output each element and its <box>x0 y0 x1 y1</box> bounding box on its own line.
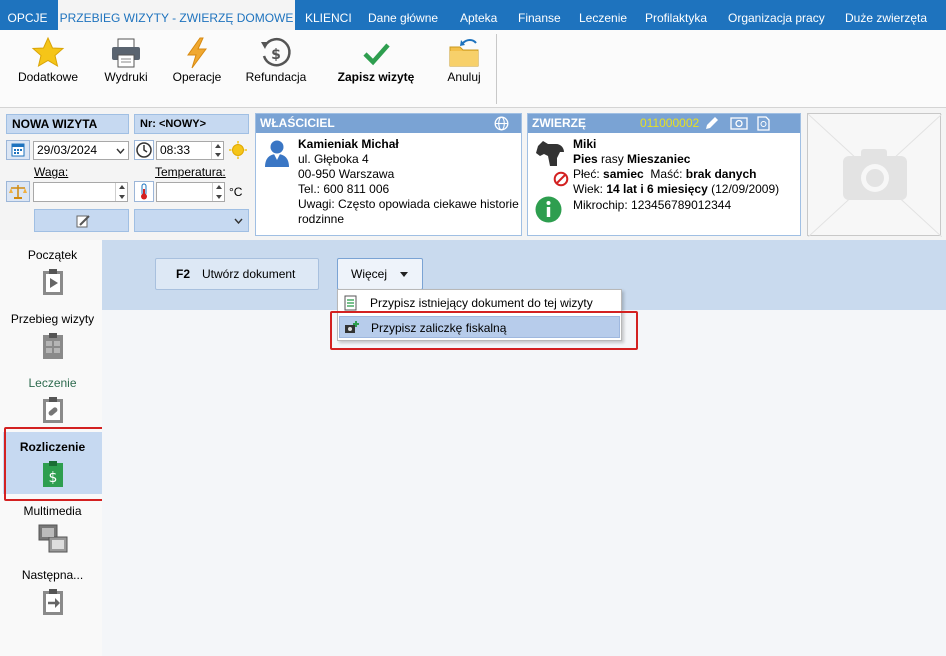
clipboard-grid-icon <box>42 333 63 359</box>
menu-duze-zwierzeta[interactable]: Duże zwierzęta <box>845 0 927 30</box>
menu-apteka[interactable]: Apteka <box>460 0 497 30</box>
clock-icon[interactable] <box>134 140 154 160</box>
temperature-input[interactable] <box>156 182 225 202</box>
thermometer-icon <box>134 181 154 202</box>
chevron-down-icon <box>234 218 243 224</box>
operacje-button[interactable]: Operacje <box>166 30 228 108</box>
clipboard-arrow-icon <box>42 589 63 615</box>
animal-age: Wiek: 14 lat i 6 miesięcy (12/09/2009) <box>573 182 780 196</box>
animal-species-breed: Pies rasy Mieszaniec <box>573 152 691 166</box>
globe-icon[interactable] <box>494 116 509 131</box>
menu-przebieg-wizyty[interactable]: PRZEBIEG WIZYTY - ZWIERZĘ DOMOWE <box>58 0 295 30</box>
wydruki-button[interactable]: Wydruki <box>96 30 156 108</box>
clipboard-pill-icon <box>42 397 63 423</box>
menu-profilaktyka[interactable]: Profilaktyka <box>645 0 707 30</box>
weight-input[interactable] <box>33 182 128 202</box>
menu-opcje[interactable]: OPCJE <box>5 0 50 30</box>
animal-photo-placeholder[interactable] <box>807 113 943 238</box>
animal-sex-color: Płeć: samiec Maść: brak danych <box>573 167 757 181</box>
owner-notes: Uwagi: Często opowiada ciekawe historie <box>298 197 519 211</box>
temperature-spinner[interactable] <box>212 183 224 201</box>
time-field[interactable]: 08:33 <box>156 141 224 160</box>
more-button[interactable]: Więcej <box>337 258 423 290</box>
visit-type-select[interactable] <box>134 209 249 232</box>
document-list-icon <box>344 295 357 311</box>
document-icon[interactable] <box>756 116 771 131</box>
not-neutered-icon <box>553 171 569 187</box>
temperature-label: Temperatura: <box>155 165 226 179</box>
menu-dane-glowne[interactable]: Dane główne <box>368 0 438 30</box>
checkmark-icon <box>363 43 390 66</box>
clipboard-play-icon <box>42 269 63 295</box>
temperature-unit: °C <box>229 185 243 199</box>
pencil-note-icon <box>76 215 90 228</box>
menu-finanse[interactable]: Finanse <box>518 0 561 30</box>
owner-notes-cont: rodzinne <box>298 212 345 226</box>
animal-name: Miki <box>573 137 597 151</box>
nav-item-poczatek[interactable]: Początek <box>3 240 102 310</box>
menu-leczenie[interactable]: Leczenie <box>579 0 627 30</box>
refundacja-button[interactable]: $ Refundacja <box>242 30 310 108</box>
printer-icon <box>112 38 140 68</box>
info-icon[interactable] <box>535 196 562 223</box>
calendar-icon[interactable] <box>6 140 30 160</box>
time-spinner[interactable] <box>211 142 223 159</box>
nav-item-multimedia[interactable]: Multimedia <box>3 496 102 566</box>
sun-icon <box>229 141 247 159</box>
visit-title: NOWA WIZYTA <box>6 114 129 134</box>
menu-organizacja-pracy[interactable]: Organizacja pracy <box>728 0 825 30</box>
owner-phone: Tel.: 600 811 006 <box>298 182 390 196</box>
owner-card-header: WŁAŚCICIEL <box>256 114 521 133</box>
caret-down-icon <box>400 272 408 277</box>
highlight-fiscal-advance <box>330 311 638 350</box>
refund-coin-icon: $ <box>261 37 291 67</box>
edit-note-button[interactable] <box>34 209 129 232</box>
visit-number: Nr: <NOWY> <box>134 114 249 134</box>
anuluj-button[interactable]: Anuluj <box>438 30 490 108</box>
svg-text:$: $ <box>271 47 281 63</box>
weight-spinner[interactable] <box>115 183 127 201</box>
star-icon <box>31 36 65 68</box>
folder-undo-icon <box>449 39 479 67</box>
chevron-down-icon <box>116 148 125 154</box>
animal-card-header: ZWIERZĘ 011000002 <box>528 114 800 133</box>
id-card-icon[interactable] <box>730 117 748 130</box>
date-field[interactable]: 29/03/2024 <box>33 141 129 160</box>
ribbon: Dodatkowe Wydruki Operacje $ Refundacja … <box>0 30 946 108</box>
dog-icon <box>536 141 564 166</box>
weight-label: Waga: <box>34 165 69 179</box>
create-document-button[interactable]: F2 Utwórz dokument <box>155 258 319 290</box>
owner-street: ul. Głęboka 4 <box>298 152 369 166</box>
animal-id: 011000002 <box>640 116 700 130</box>
menu-klienci[interactable]: KLIENCI <box>305 0 352 30</box>
camera-icon <box>807 113 943 238</box>
zapisz-wizyte-button[interactable]: Zapisz wizytę <box>332 30 420 108</box>
animal-microchip: Mikrochip: 123456789012344 <box>573 198 732 212</box>
animal-card[interactable]: ZWIERZĘ 011000002 Miki Pies rasy Mieszan… <box>527 113 801 236</box>
nav-item-przebieg-wizyty[interactable]: Przebieg wizyty <box>3 304 102 374</box>
pencil-icon[interactable] <box>704 116 720 131</box>
dodatkowe-button[interactable]: Dodatkowe <box>12 30 84 108</box>
highlight-rozliczenie <box>4 427 108 501</box>
ribbon-separator <box>496 34 497 104</box>
lightning-icon <box>187 37 207 69</box>
owner-card[interactable]: WŁAŚCICIEL Kamieniak Michał ul. Głęboka … <box>255 113 522 236</box>
multimedia-icon <box>38 524 67 553</box>
owner-name: Kamieniak Michał <box>298 137 399 151</box>
menu-bar: OPCJE PRZEBIEG WIZYTY - ZWIERZĘ DOMOWE K… <box>0 0 946 30</box>
person-icon <box>265 140 289 167</box>
nav-item-nastepna[interactable]: Następna... <box>3 560 102 630</box>
scale-icon <box>6 181 30 202</box>
owner-city: 00-950 Warszawa <box>298 167 395 181</box>
